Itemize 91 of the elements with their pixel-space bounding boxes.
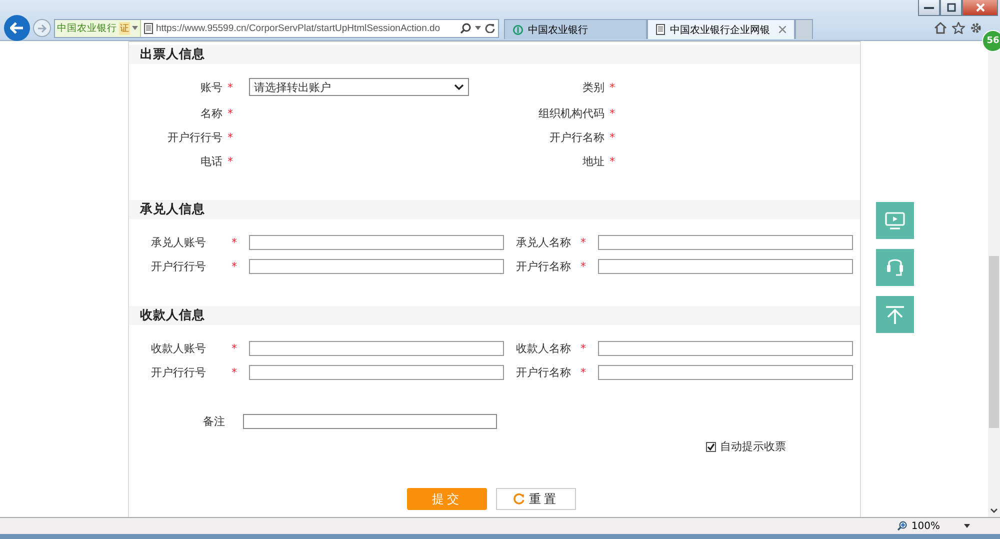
input-field[interactable] — [249, 235, 504, 250]
field-label: 开户行行号 — [168, 130, 222, 144]
field-label: 账号 — [200, 80, 222, 94]
input-field[interactable] — [598, 365, 853, 380]
dropdown-caret-icon[interactable] — [475, 26, 481, 30]
field-label: 承兑人账号 — [151, 235, 206, 250]
restore-icon[interactable] — [946, 3, 956, 12]
account-select[interactable]: 请选择转出账户 — [249, 78, 469, 96]
required-mark: * — [232, 236, 237, 249]
dropdown-caret-icon[interactable] — [964, 524, 970, 528]
section-title: 出票人信息 — [140, 46, 205, 63]
required-mark: * — [580, 342, 586, 355]
star-icon[interactable] — [952, 22, 965, 34]
field-label: 开户行名称 — [516, 259, 571, 274]
page-icon — [144, 22, 153, 34]
required-mark: * — [228, 80, 233, 94]
required-mark: * — [228, 130, 233, 144]
close-icon[interactable] — [976, 3, 984, 12]
url-text: https://www.95599.cn/CorporServPlat/startUpHtmlSessionAction.do — [156, 22, 440, 34]
input-field[interactable] — [598, 235, 853, 250]
tab-title: 中国农业银行 — [528, 24, 588, 36]
search-icon[interactable] — [460, 22, 471, 34]
required-mark: * — [228, 154, 233, 168]
back-to-top-button[interactable] — [876, 296, 914, 333]
checkbox[interactable] — [706, 442, 716, 452]
required-mark: * — [232, 260, 237, 273]
restore-button[interactable] — [940, 0, 962, 16]
field-label: 地址 — [582, 154, 604, 168]
required-mark: * — [610, 106, 615, 120]
video-tutorial-button[interactable] — [876, 202, 914, 239]
field-label: 开户行名称 — [550, 130, 604, 144]
input-field[interactable] — [249, 259, 504, 274]
input-field[interactable] — [598, 259, 853, 274]
input-field[interactable] — [598, 341, 853, 356]
required-mark: * — [610, 154, 615, 168]
field-label: 收款人名称 — [516, 341, 571, 356]
field-label: 承兑人名称 — [516, 235, 571, 250]
site-identity-label: 中国农业银行 — [57, 22, 117, 34]
field-label: 电话 — [200, 154, 222, 168]
headset-icon[interactable] — [886, 258, 904, 278]
required-mark: * — [228, 106, 233, 120]
tab-title: 中国农业银行企业网银 — [670, 24, 770, 36]
customer-service-button[interactable] — [876, 249, 914, 286]
close-tab-icon[interactable] — [779, 26, 786, 33]
minimize-button[interactable] — [918, 0, 940, 16]
section-title: 收款人信息 — [140, 307, 205, 324]
zoom-level[interactable]: 100% — [911, 520, 940, 532]
check-icon — [707, 442, 715, 450]
required-mark: * — [232, 366, 237, 379]
site-logo-icon — [513, 24, 523, 34]
required-mark: * — [580, 236, 586, 249]
required-mark: * — [580, 366, 586, 379]
remark-input-field[interactable] — [243, 414, 497, 429]
field-label: 开户行行号 — [151, 365, 206, 380]
field-label: 备注 — [203, 414, 225, 429]
forward-button[interactable] — [33, 19, 51, 37]
field-label: 名称 — [200, 106, 222, 120]
certificate-badge: 证 — [119, 22, 130, 34]
required-mark: * — [610, 130, 615, 144]
required-mark: * — [580, 260, 586, 273]
page-icon — [656, 24, 665, 35]
required-mark: * — [610, 80, 615, 94]
field-label: 收款人账号 — [151, 341, 206, 356]
checkbox-label: 自动提示收票 — [720, 439, 786, 454]
address-bar[interactable]: 中国农业银行 证 https://www.95599.cn/CorporServPlat/startUpHtmlSessionAction.do — [54, 18, 499, 38]
zoom-icon[interactable] — [897, 521, 908, 531]
monitor-play-icon[interactable] — [885, 212, 905, 230]
chevron-down-icon — [454, 84, 464, 90]
settings-icon[interactable] — [970, 22, 982, 34]
close-button[interactable] — [962, 0, 998, 16]
back-button[interactable] — [4, 15, 30, 41]
select-value: 请选择转出账户 — [254, 80, 331, 94]
refresh-icon — [513, 493, 525, 505]
input-field[interactable] — [249, 341, 504, 356]
reset-button[interactable]: 重置 — [496, 488, 576, 510]
field-label: 开户行名称 — [516, 365, 571, 380]
required-mark: * — [232, 342, 237, 355]
home-icon[interactable] — [934, 22, 947, 34]
refresh-icon[interactable] — [485, 23, 495, 33]
back-to-top-icon[interactable] — [885, 304, 905, 324]
scrollbar-thumb[interactable] — [989, 256, 999, 428]
browser-tab[interactable]: 中国农业银行企业网银 — [647, 19, 795, 39]
minimize-icon[interactable] — [924, 6, 934, 10]
browser-tab[interactable]: 中国农业银行 — [504, 19, 647, 39]
field-label: 类别 — [582, 80, 604, 94]
section-title: 承兑人信息 — [140, 201, 205, 218]
field-label: 开户行行号 — [151, 259, 206, 274]
field-label: 组织机构代码 — [538, 106, 604, 120]
left-arrow-icon[interactable] — [10, 22, 24, 34]
input-field[interactable] — [249, 365, 504, 380]
right-arrow-icon[interactable] — [37, 24, 47, 32]
